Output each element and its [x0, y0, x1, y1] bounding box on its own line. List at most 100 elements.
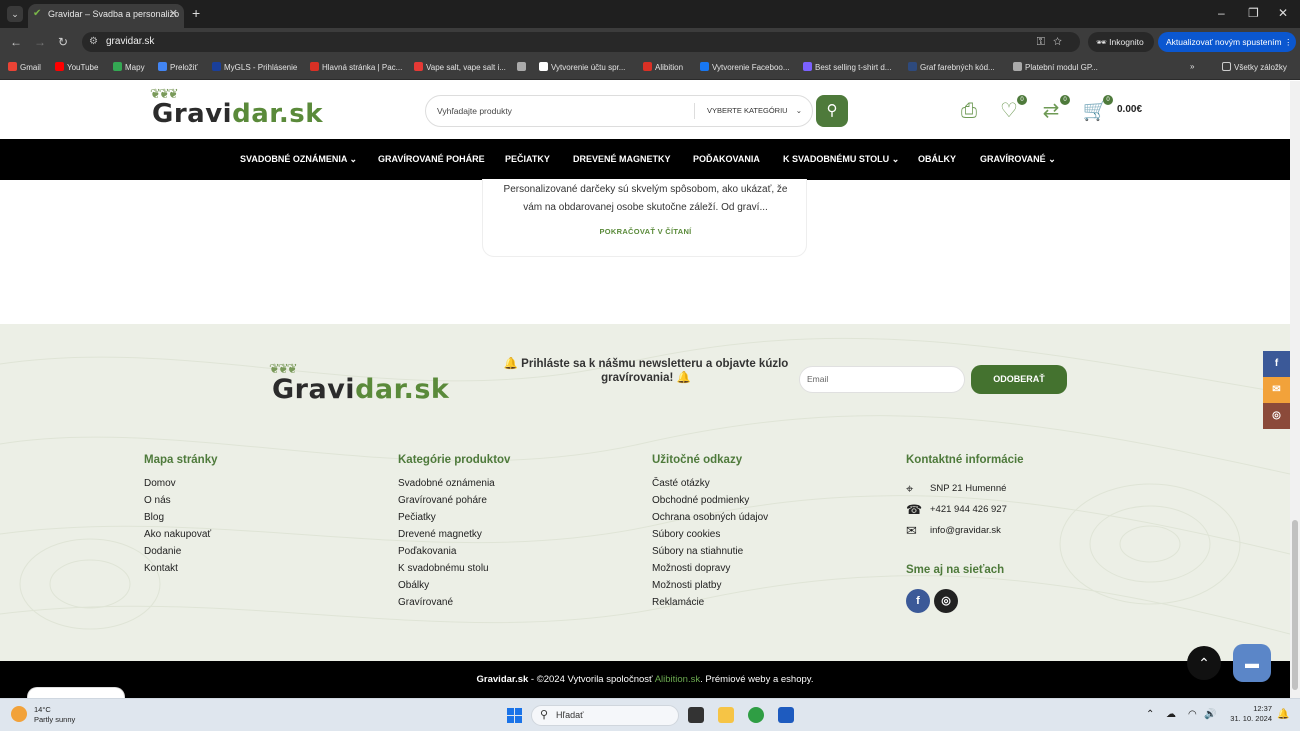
footer-link[interactable]: Blog — [144, 512, 164, 523]
bookmark-item[interactable] — [517, 62, 529, 72]
new-tab-icon[interactable]: + — [192, 5, 200, 21]
subscribe-button[interactable]: ODOBERAŤ — [971, 365, 1067, 394]
site-settings-icon[interactable]: ⚙ — [89, 32, 98, 52]
copyright-company-link[interactable]: Alibition.sk — [655, 674, 700, 685]
footer-link[interactable]: K svadobnému stolu — [398, 563, 489, 574]
password-key-icon[interactable]: ⚿ — [1037, 36, 1053, 48]
side-email-icon[interactable]: ✉ — [1263, 377, 1290, 403]
bookmark-item[interactable]: Best selling t-shirt d... — [803, 62, 891, 72]
bookmark-item[interactable]: Platební modul GP... — [1013, 62, 1098, 72]
cart-total[interactable]: 0.00€ — [1117, 104, 1142, 115]
bookmark-item[interactable]: Vytvorenie Faceboo... — [700, 62, 790, 72]
footer-link[interactable]: Pečiatky — [398, 512, 436, 523]
footer-link[interactable]: Dodanie — [144, 546, 181, 557]
bookmark-item[interactable]: Alibition — [643, 62, 683, 72]
footer-link[interactable]: Obchodné podmienky — [652, 495, 749, 506]
taskbar-search[interactable]: ⚲ Hľadať — [531, 705, 679, 726]
minimize-icon[interactable]: – — [1218, 6, 1225, 20]
chevron-down-icon: ⌄ — [891, 154, 900, 164]
reload-icon[interactable]: ↻ — [58, 35, 68, 49]
restore-icon[interactable]: ❐ — [1248, 6, 1259, 20]
chat-widget-button[interactable]: ▬ — [1233, 644, 1271, 682]
close-tab-icon[interactable]: ✕ — [169, 4, 178, 24]
cookie-settings-tab[interactable] — [27, 687, 125, 698]
footer-link[interactable]: Ako nakupovať — [144, 529, 211, 540]
newsletter-email-input[interactable]: Email — [799, 366, 965, 393]
menu-item-obalky[interactable]: OBÁLKY — [918, 139, 956, 180]
header-logo[interactable]: ❦❦❦ Gravidar.sk — [150, 87, 323, 129]
browser-tab-active[interactable]: ✔ Gravidar – Svadba a personalizo ✕ — [28, 4, 184, 28]
menu-item-drevene-magnetky[interactable]: DREVENÉ MAGNETKY — [573, 139, 671, 180]
update-button[interactable]: Aktualizovať novým spustením ⋮ — [1158, 32, 1296, 52]
side-facebook-icon[interactable]: f — [1263, 351, 1290, 377]
menu-item-peciatky[interactable]: PEČIATKY — [505, 139, 550, 180]
footer-link[interactable]: Domov — [144, 478, 176, 489]
menu-item-gravirovane-pohare[interactable]: GRAVÍROVANÉ POHÁRE — [378, 139, 485, 180]
footer-link[interactable]: Súbory cookies — [652, 529, 720, 540]
weather-sun-icon[interactable] — [11, 706, 27, 722]
close-window-icon[interactable]: ✕ — [1278, 6, 1288, 20]
footer-link[interactable]: Gravírované — [398, 597, 453, 608]
bookmark-item[interactable]: Vytvorenie účtu spr... — [539, 62, 625, 72]
tab-search-button[interactable]: ⌄ — [7, 6, 23, 22]
footer-link[interactable]: Obálky — [398, 580, 429, 591]
scroll-to-top-button[interactable]: ⌃ — [1187, 646, 1221, 680]
menu-item-podakovania[interactable]: POĎAKOVANIA — [693, 139, 760, 180]
tray-chevron-up-icon[interactable]: ⌃ — [1146, 709, 1154, 720]
site-footer: ❦❦❦ Gravidar.sk 🔔 Prihláste sa k nášmu n… — [0, 324, 1290, 661]
footer-link[interactable]: Reklamácie — [652, 597, 704, 608]
footer-link[interactable]: Súbory na stiahnutie — [652, 546, 743, 557]
read-more-link[interactable]: POKRAČOVAŤ V ČÍTANÍ — [483, 227, 808, 236]
footer-link[interactable]: Drevené magnetky — [398, 529, 482, 540]
footer-link[interactable]: Kontakt — [144, 563, 178, 574]
search-input[interactable]: Vyhľadajte produkty — [437, 96, 512, 126]
footer-link[interactable]: Možnosti platby — [652, 580, 721, 591]
menu-item-k-svadobnemu-stolu[interactable]: K SVADOBNÉMU STOLU ⌄ — [783, 139, 899, 180]
all-bookmarks-button[interactable]: Všetky záložky — [1222, 62, 1287, 72]
category-select[interactable]: VYBERTE KATEGÓRIU ⌄ — [694, 103, 812, 119]
facebook-icon[interactable]: f — [906, 589, 930, 613]
forward-icon[interactable]: → — [34, 35, 46, 49]
footer-link[interactable]: Poďakovania — [398, 546, 456, 557]
menu-item-svadobne-oznamenia[interactable]: SVADOBNÉ OZNÁMENIA ⌄ — [240, 139, 357, 180]
bookmark-item[interactable]: Gmail — [8, 62, 41, 72]
bookmark-item[interactable]: Hlavná stránka | Pac... — [310, 62, 402, 72]
incognito-button[interactable]: 🕶 Inkognito — [1088, 32, 1154, 52]
bookmark-item[interactable]: Vape salt, vape salt i... — [414, 62, 506, 72]
side-instagram-icon[interactable]: ◎ — [1263, 403, 1290, 429]
page-scrollbar-thumb[interactable] — [1292, 520, 1298, 690]
footer-link[interactable]: Svadobné oznámenia — [398, 478, 495, 489]
taskbar-clock[interactable]: 12:37 31. 10. 2024 — [1222, 704, 1272, 724]
footer-link[interactable]: Možnosti dopravy — [652, 563, 730, 574]
instagram-icon[interactable]: ◎ — [934, 589, 958, 613]
tray-cloud-icon[interactable]: ☁ — [1166, 709, 1176, 720]
bookmark-item[interactable]: Mapy — [113, 62, 145, 72]
task-view-icon[interactable] — [688, 707, 704, 723]
footer-link[interactable]: Gravírované poháre — [398, 495, 487, 506]
menu-item-gravirovane[interactable]: GRAVÍROVANÉ ⌄ — [980, 139, 1056, 180]
back-icon[interactable]: ← — [10, 35, 22, 49]
wifi-icon[interactable]: ◠ — [1188, 709, 1197, 720]
footer-link[interactable]: Ochrana osobných údajov — [652, 512, 768, 523]
bookmark-item[interactable]: MyGLS - Prihlásenie — [212, 62, 297, 72]
search-button[interactable]: ⚲ — [816, 95, 848, 127]
weather-widget[interactable]: 14°C Partly sunny — [34, 705, 75, 725]
footer-logo[interactable]: ❦❦❦ Gravidar.sk — [269, 362, 449, 405]
bookmark-item[interactable]: YouTube — [55, 62, 98, 72]
word-icon[interactable] — [778, 707, 794, 723]
bookmark-item[interactable]: Preložiť — [158, 62, 197, 72]
gift-card-icon[interactable]: ⎙ — [956, 98, 982, 124]
footer-link[interactable]: O nás — [144, 495, 171, 506]
file-explorer-icon[interactable] — [718, 707, 734, 723]
contact-email[interactable]: info@gravidar.sk — [930, 525, 1001, 536]
volume-icon[interactable]: 🔊 — [1204, 709, 1216, 720]
more-bookmarks-icon[interactable]: » — [1190, 62, 1194, 71]
bookmark-item[interactable]: Graf farebných kód... — [908, 62, 995, 72]
windows-start-icon[interactable] — [507, 708, 522, 723]
footer-link[interactable]: Časté otázky — [652, 478, 710, 489]
contact-phone[interactable]: +421 944 426 927 — [930, 504, 1007, 515]
chrome-icon[interactable] — [748, 707, 764, 723]
bookmark-star-icon[interactable]: ☆ — [1053, 36, 1070, 48]
url-field[interactable]: ⚙ gravidar.sk ⚿☆ — [82, 32, 1080, 52]
notification-bell-icon[interactable]: 🔔 — [1277, 709, 1289, 720]
